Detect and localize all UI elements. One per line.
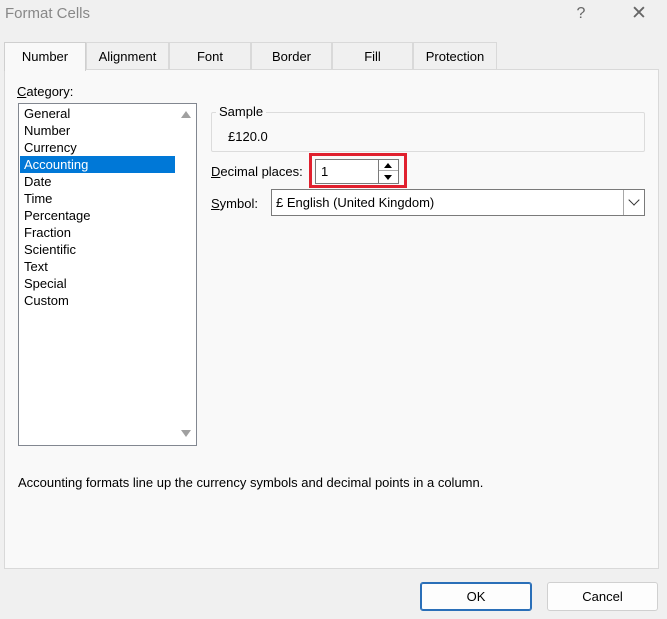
scroll-up-arrow-icon[interactable] <box>181 111 191 118</box>
category-item-number[interactable]: Number <box>20 122 175 139</box>
symbol-selected-value: £ English (United Kingdom) <box>276 195 435 210</box>
stepper-up-button[interactable] <box>379 160 398 171</box>
symbol-dropdown[interactable]: £ English (United Kingdom) <box>271 189 645 216</box>
category-item-accounting[interactable]: Accounting <box>20 156 175 173</box>
cancel-button[interactable]: Cancel <box>547 582 658 611</box>
category-item-custom[interactable]: Custom <box>20 292 175 309</box>
sample-legend: Sample <box>216 104 267 119</box>
stepper-down-button[interactable] <box>379 172 398 183</box>
tab-fill[interactable]: Fill <box>332 42 413 70</box>
triangle-up-icon <box>384 163 392 168</box>
tab-number[interactable]: Number <box>4 42 86 71</box>
title-bar: Format Cells ? ✕ <box>0 0 667 30</box>
category-item-special[interactable]: Special <box>20 275 175 292</box>
category-item-general[interactable]: General <box>20 105 175 122</box>
category-item-fraction[interactable]: Fraction <box>20 224 175 241</box>
category-list[interactable]: General Number Currency Accounting Date … <box>18 103 197 446</box>
tab-alignment[interactable]: Alignment <box>86 42 169 70</box>
decimal-places-label: Decimal places: <box>211 164 303 179</box>
category-item-currency[interactable]: Currency <box>20 139 175 156</box>
category-label: Category: <box>17 84 74 99</box>
category-item-time[interactable]: Time <box>20 190 175 207</box>
category-item-percentage[interactable]: Percentage <box>20 207 175 224</box>
sample-group <box>211 112 645 152</box>
ok-button[interactable]: OK <box>420 582 532 611</box>
scroll-down-arrow-icon[interactable] <box>181 430 191 437</box>
category-item-scientific[interactable]: Scientific <box>20 241 175 258</box>
help-button[interactable]: ? <box>566 2 596 26</box>
symbol-label: Symbol: <box>211 196 258 211</box>
category-scrollbar[interactable] <box>176 104 196 445</box>
decimal-places-input[interactable] <box>315 159 378 184</box>
dropdown-button[interactable] <box>623 190 644 215</box>
category-description: Accounting formats line up the currency … <box>18 475 484 490</box>
triangle-down-icon <box>384 175 392 180</box>
tab-border[interactable]: Border <box>251 42 332 70</box>
decimal-places-stepper[interactable] <box>378 159 399 184</box>
tab-strip: Number Alignment Font Border Fill Protec… <box>0 42 667 71</box>
sample-value: £120.0 <box>228 129 268 144</box>
tab-font[interactable]: Font <box>169 42 251 70</box>
chevron-down-icon <box>628 194 640 206</box>
tab-protection[interactable]: Protection <box>413 42 497 70</box>
category-item-text[interactable]: Text <box>20 258 175 275</box>
close-button[interactable]: ✕ <box>624 2 654 26</box>
category-item-date[interactable]: Date <box>20 173 175 190</box>
dialog-title: Format Cells <box>5 5 91 22</box>
